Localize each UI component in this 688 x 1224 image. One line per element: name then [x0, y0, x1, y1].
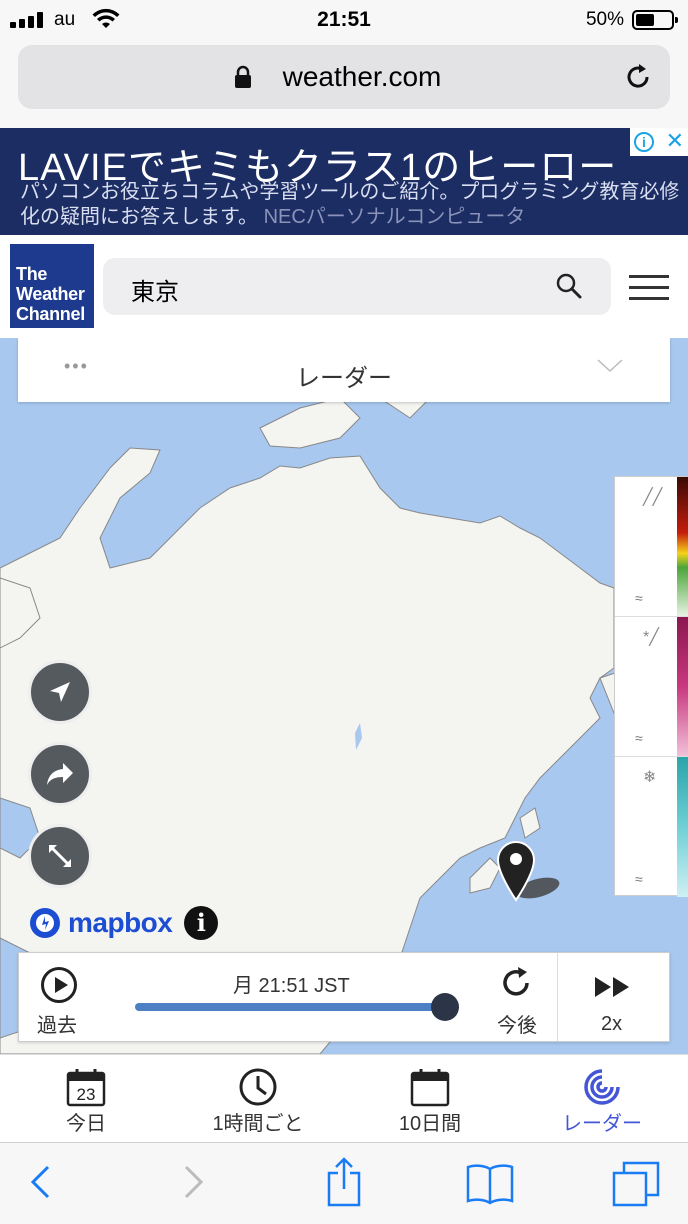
menu-icon[interactable] [629, 275, 669, 300]
past-label: 過去 [37, 1015, 77, 1037]
address-bar[interactable]: weather.com [18, 45, 670, 109]
fullscreen-button[interactable] [28, 824, 92, 888]
layer-label: レーダー [296, 365, 392, 392]
calendar-icon [410, 1069, 450, 1107]
ad-banner[interactable]: LAVIEでキミもクラス1のヒーロー パソコンお役立ちコラムや学習ツールのご紹介… [0, 128, 688, 235]
share-icon[interactable] [326, 1157, 362, 1207]
play-icon[interactable] [41, 967, 77, 1003]
mapbox-label: mapbox [68, 907, 173, 938]
calendar-day-icon: 23 [66, 1069, 106, 1107]
tab-label: 10日間 [398, 1113, 462, 1135]
browser-toolbar [0, 1142, 688, 1224]
search-icon[interactable] [555, 272, 583, 300]
bookmarks-icon[interactable] [466, 1163, 514, 1205]
tab-10day[interactable]: 10日間 [344, 1055, 516, 1143]
snow-icon: ❄ [643, 769, 657, 786]
info-icon[interactable]: i [634, 132, 654, 152]
radar-icon [584, 1069, 620, 1105]
expand-icon [49, 845, 71, 867]
radar-timeline: 過去 月 21:51 JST 今後 2x [18, 952, 670, 1042]
layer-dropdown[interactable]: ••• レーダー [18, 338, 670, 402]
slider-handle[interactable] [431, 993, 459, 1021]
url-text: weather.com [282, 61, 442, 92]
ad-choices[interactable]: i ✕ [630, 128, 688, 156]
tab-label: 1時間ごと [212, 1113, 304, 1135]
ad-description: パソコンお役立ちコラムや学習ツールのご紹介。プログラミング教育必修化の疑問にお答… [20, 180, 680, 230]
tab-radar[interactable]: レーダー [516, 1055, 688, 1143]
weather-channel-logo[interactable]: The Weather Channel [10, 244, 94, 328]
radar-map[interactable]: ••• レーダー ╱╱ ≈ *╱ ≈ ❄ ≈ mapbox i 過去 月 21:… [0, 338, 688, 1054]
clock: 21:51 [317, 8, 371, 31]
fast-forward-icon[interactable] [593, 975, 633, 999]
back-icon[interactable] [28, 1163, 52, 1201]
tabs-icon[interactable] [612, 1161, 660, 1207]
location-search-input[interactable]: 東京 [103, 258, 611, 315]
status-bar: au 21:51 50% [0, 0, 688, 40]
legend-mix: *╱ ≈ [615, 617, 688, 757]
bottom-tab-bar: 23 今日 1時間ごと 10日間 レーダー [0, 1054, 688, 1142]
battery-percent: 50% [585, 9, 624, 30]
map-land [0, 338, 661, 1054]
rain-icon: ╱╱ [643, 489, 663, 506]
locate-button[interactable] [28, 660, 92, 724]
battery-icon [632, 10, 678, 30]
close-icon[interactable]: ✕ [666, 129, 684, 153]
timestamp: 月 21:51 JST [233, 975, 350, 997]
mapbox-attribution[interactable]: mapbox i [28, 906, 219, 940]
info-icon[interactable]: i [184, 906, 219, 940]
speed-label[interactable]: 2x [601, 1013, 622, 1036]
clock-icon [239, 1068, 277, 1106]
timeline-slider[interactable] [135, 1003, 445, 1011]
snow-light-icon: ≈ [635, 871, 643, 887]
rain-light-icon: ≈ [635, 590, 643, 606]
locate-icon [50, 682, 70, 702]
future-icon[interactable] [499, 965, 535, 1001]
tab-today[interactable]: 23 今日 [0, 1055, 172, 1143]
share-icon [47, 763, 73, 785]
mix-light-icon: ≈ [635, 730, 643, 746]
mapbox-logo-icon [30, 908, 60, 938]
radar-legend: ╱╱ ≈ *╱ ≈ ❄ ≈ [614, 476, 688, 897]
site-header: The Weather Channel 東京 [0, 235, 688, 338]
future-label[interactable]: 今後 [497, 1009, 537, 1038]
legend-rain: ╱╱ ≈ [615, 477, 688, 617]
search-value: 東京 [131, 279, 179, 306]
tab-hourly[interactable]: 1時間ごと [172, 1055, 344, 1143]
divider [557, 953, 558, 1041]
chevron-down-icon [597, 359, 623, 373]
tab-label: 今日 [66, 1113, 106, 1135]
legend-snow: ❄ ≈ [615, 757, 688, 897]
tab-label: レーダー [562, 1113, 642, 1135]
mix-icon: *╱ [643, 629, 659, 646]
share-button[interactable] [28, 742, 92, 806]
forward-icon[interactable] [182, 1163, 206, 1201]
svg-text:23: 23 [77, 1085, 96, 1104]
ad-advertiser: NECパーソナルコンピュータ [263, 206, 526, 228]
reload-icon[interactable] [622, 61, 654, 93]
location-pin-icon[interactable] [496, 840, 568, 906]
